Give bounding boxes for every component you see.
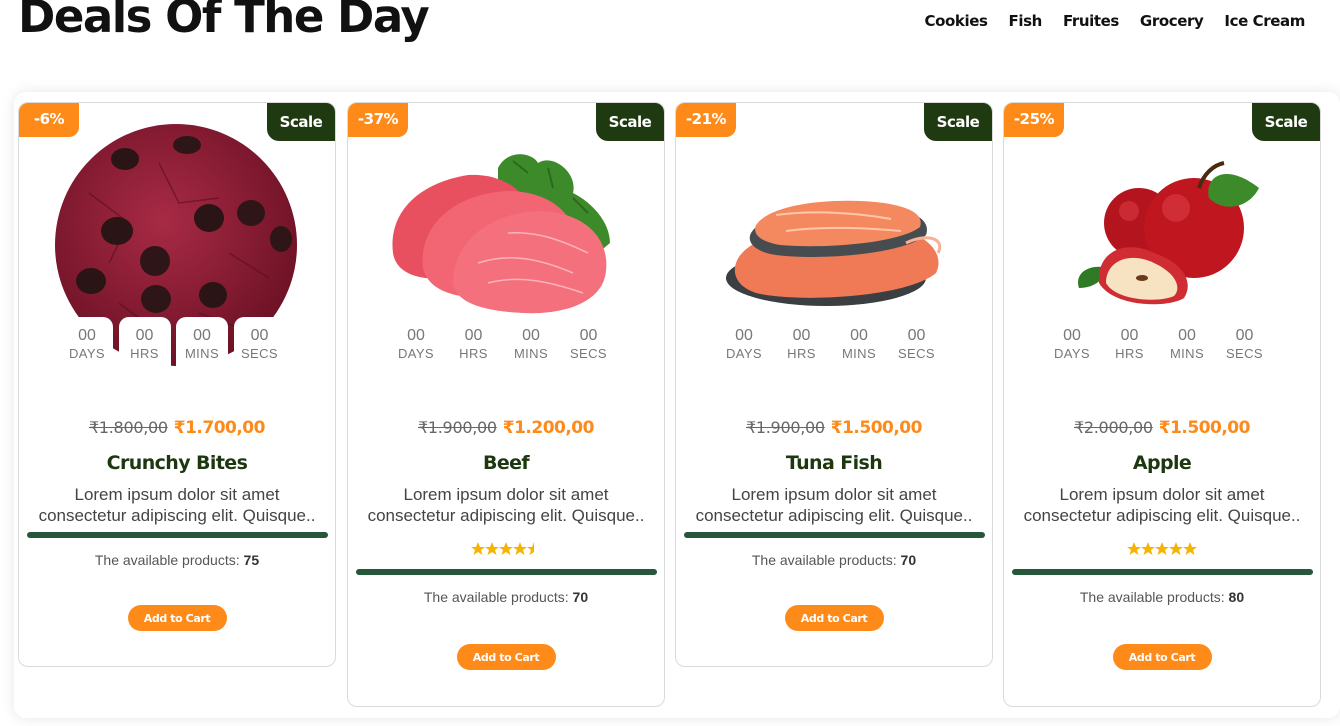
price-row: ₹1.800,00 ₹1.700,00: [19, 418, 335, 442]
product-description: Lorem ipsum dolor sit amet consectetur ad…: [1023, 485, 1301, 525]
tab-fish[interactable]: Fish: [1009, 12, 1043, 30]
rating-stars: [1004, 542, 1320, 558]
category-tabs: Cookies Fish Fruites Grocery Ice Cream: [924, 12, 1305, 30]
sale-price: ₹1.500,00: [1158, 418, 1251, 438]
countdown-mins: 00 MINS: [833, 317, 885, 371]
available-products: The available products: 80: [1079, 589, 1245, 605]
countdown-mins: 00 MINS: [1161, 317, 1213, 371]
countdown-secs: 00 SECS: [1218, 317, 1271, 371]
available-products: The available products: 70: [751, 552, 917, 568]
countdown-days: 00 DAYS: [1046, 317, 1098, 371]
price-row: ₹2.000,00 ₹1.500,00: [1004, 418, 1320, 442]
tab-ice-cream[interactable]: Ice Cream: [1224, 12, 1305, 30]
countdown-hrs: 00 HRS: [775, 317, 828, 371]
product-name[interactable]: Crunchy Bites: [19, 452, 335, 478]
product-card[interactable]: -21% Scale 00 DAYS 00 HRS 00 MINS 00 SECS ₹1…: [675, 102, 993, 667]
countdown-days: 00 DAYS: [718, 317, 770, 371]
countdown-timer: 00 DAYS 00 HRS 00 MINS 00 SECS: [718, 317, 948, 371]
countdown-hrs: 00 HRS: [447, 317, 500, 371]
product-card[interactable]: -37% Scale 00 DAYS 00 HRS 00 MINS 00 SECS ₹1…: [347, 102, 665, 707]
star-rating-icon: [471, 542, 534, 555]
tab-grocery[interactable]: Grocery: [1140, 12, 1204, 30]
product-card[interactable]: -6% Scale 00 DAYS 00 HRS 00 MINS 00 SECS ₹1.…: [18, 102, 336, 667]
add-to-cart-button[interactable]: Add to Cart: [1112, 644, 1212, 670]
stock-progress-bar: [356, 569, 657, 575]
countdown-hrs: 00 HRS: [118, 317, 171, 371]
product-name[interactable]: Apple: [1004, 452, 1320, 478]
countdown-days: 00 DAYS: [61, 317, 113, 371]
countdown-timer: 00 DAYS 00 HRS 00 MINS 00 SECS: [61, 317, 291, 371]
countdown-hrs: 00 HRS: [1103, 317, 1156, 371]
product-name[interactable]: Beef: [348, 452, 664, 478]
old-price: ₹1.800,00: [89, 418, 168, 437]
sale-price: ₹1.200,00: [502, 418, 595, 438]
scale-badge: Scale: [267, 103, 335, 141]
countdown-timer: 00 DAYS 00 HRS 00 MINS 00 SECS: [1046, 317, 1276, 371]
available-products: The available products: 75: [94, 552, 260, 568]
discount-badge: -37%: [348, 103, 408, 137]
tab-fruites[interactable]: Fruites: [1063, 12, 1119, 30]
countdown-mins: 00 MINS: [176, 317, 228, 371]
tab-cookies[interactable]: Cookies: [924, 12, 987, 30]
scale-badge: Scale: [924, 103, 992, 141]
stock-progress-bar: [1012, 569, 1313, 575]
product-image[interactable]: -37% Scale: [348, 103, 664, 328]
product-description: Lorem ipsum dolor sit amet consectetur ad…: [695, 485, 973, 525]
stock-progress-bar: [684, 532, 985, 538]
product-description: Lorem ipsum dolor sit amet consectetur ad…: [367, 485, 645, 525]
countdown-days: 00 DAYS: [390, 317, 442, 371]
product-description: Lorem ipsum dolor sit amet consectetur ad…: [38, 485, 316, 525]
product-image[interactable]: -25% Scale: [1004, 103, 1320, 328]
stock-progress-bar: [27, 532, 328, 538]
star-rating-icon: [1127, 542, 1197, 555]
rating-stars: [348, 542, 664, 558]
sale-price: ₹1.700,00: [173, 418, 266, 438]
old-price: ₹1.900,00: [746, 418, 825, 437]
sale-price: ₹1.500,00: [830, 418, 923, 438]
product-name[interactable]: Tuna Fish: [676, 452, 992, 478]
available-products: The available products: 70: [423, 589, 589, 605]
old-price: ₹1.900,00: [418, 418, 497, 437]
price-row: ₹1.900,00 ₹1.500,00: [676, 418, 992, 442]
countdown-secs: 00 SECS: [233, 317, 286, 371]
product-card[interactable]: -25% Scale 00 DAYS 00 HRS 00 MINS 00 SECS ₹2…: [1003, 102, 1321, 707]
countdown-secs: 00 SECS: [562, 317, 615, 371]
discount-badge: -6%: [19, 103, 79, 137]
scale-badge: Scale: [596, 103, 664, 141]
add-to-cart-button[interactable]: Add to Cart: [127, 605, 227, 631]
page-title: Deals Of The Day: [18, 0, 430, 43]
discount-badge: -25%: [1004, 103, 1064, 137]
scale-badge: Scale: [1252, 103, 1320, 141]
add-to-cart-button[interactable]: Add to Cart: [456, 644, 556, 670]
countdown-mins: 00 MINS: [505, 317, 557, 371]
add-to-cart-button[interactable]: Add to Cart: [784, 605, 884, 631]
discount-badge: -21%: [676, 103, 736, 137]
old-price: ₹2.000,00: [1074, 418, 1153, 437]
price-row: ₹1.900,00 ₹1.200,00: [348, 418, 664, 442]
countdown-secs: 00 SECS: [890, 317, 943, 371]
product-image[interactable]: -6% Scale: [19, 103, 335, 366]
product-image[interactable]: -21% Scale: [676, 103, 992, 328]
countdown-timer: 00 DAYS 00 HRS 00 MINS 00 SECS: [390, 317, 620, 371]
